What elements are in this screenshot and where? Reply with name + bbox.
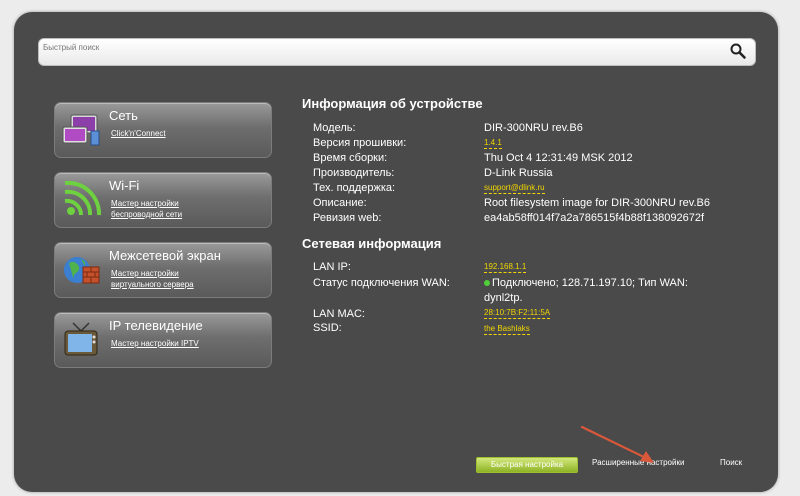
link-wifi-wizard-2[interactable]: беспроводной сети	[111, 209, 182, 220]
network-info-heading: Сетевая информация	[302, 236, 442, 251]
info-label: LAN IP:	[313, 261, 351, 273]
ssid-link[interactable]: the Bashlaks	[484, 324, 530, 335]
menu-title-iptv: IP телевидение	[109, 318, 203, 333]
info-label: Тех. поддержка:	[313, 182, 396, 194]
support-email-link[interactable]: support@dlink.ru	[484, 183, 545, 194]
search-button[interactable]: Поиск	[720, 458, 742, 467]
menu-card-firewall[interactable]: Межсетевой экран Мастер настройки виртуа…	[54, 242, 272, 298]
quick-setup-button[interactable]: Быстрая настройка	[476, 457, 578, 473]
menu-title-network: Сеть	[109, 108, 138, 123]
info-label: Ревизия web:	[313, 212, 382, 224]
info-label: SSID:	[313, 322, 342, 334]
link-wifi-wizard-1[interactable]: Мастер настройки	[111, 198, 179, 209]
link-firewall-wizard-2[interactable]: виртуального сервера	[111, 279, 194, 290]
info-label: Время сборки:	[313, 152, 388, 164]
info-value-description: Root filesystem image for DIR-300NRU rev…	[484, 197, 710, 209]
info-value-model: DIR-300NRU rev.B6	[484, 122, 583, 134]
lan-ip-link[interactable]: 192.168.1.1	[484, 262, 527, 273]
info-label: Производитель:	[313, 167, 395, 179]
search-bar	[38, 38, 756, 66]
menu-card-iptv[interactable]: IP телевидение Мастер настройки IPTV	[54, 312, 272, 368]
info-value-vendor: D-Link Russia	[484, 167, 553, 179]
search-input[interactable]	[43, 40, 723, 54]
wan-status-text: Подключено; 128.71.197.10; Тип WAN:	[492, 277, 688, 289]
tv-icon	[64, 322, 98, 356]
link-firewall-wizard-1[interactable]: Мастер настройки	[111, 268, 179, 279]
annotation-arrow	[580, 425, 654, 463]
info-value-wan-status: Подключено; 128.71.197.10; Тип WAN:	[484, 277, 688, 289]
info-label: Описание:	[313, 197, 367, 209]
link-iptv-wizard[interactable]: Мастер настройки IPTV	[111, 338, 199, 349]
info-label: Версия прошивки:	[313, 137, 407, 149]
menu-card-network[interactable]: Сеть Click'n'Connect	[54, 102, 272, 158]
menu-card-wifi[interactable]: Wi-Fi Мастер настройки беспроводной сети	[54, 172, 272, 228]
info-value-wan-type: dynl2tp.	[484, 292, 523, 304]
bottom-nav: Быстрая настройка Расширенные настройки …	[14, 452, 778, 476]
wifi-icon	[64, 181, 102, 216]
info-value-build-time: Thu Oct 4 12:31:49 MSK 2012	[484, 152, 633, 164]
main-panel: Сеть Click'n'Connect Wi-Fi Мастер настро…	[14, 12, 778, 492]
info-label: Статус подключения WAN:	[313, 277, 450, 289]
lan-mac-link[interactable]: 28:10:7B:F2:11:5A	[484, 308, 551, 319]
link-click-n-connect[interactable]: Click'n'Connect	[111, 128, 166, 139]
network-icon	[62, 114, 100, 146]
menu-title-firewall: Межсетевой экран	[109, 248, 221, 263]
info-label: Модель:	[313, 122, 356, 134]
search-icon[interactable]	[729, 42, 747, 60]
device-info-heading: Информация об устройстве	[302, 96, 483, 111]
firewall-icon	[64, 257, 100, 284]
info-label: LAN MAC:	[313, 308, 365, 320]
firmware-version-link[interactable]: 1.4.1	[484, 138, 502, 149]
menu-title-wifi: Wi-Fi	[109, 178, 140, 193]
status-connected-icon	[484, 280, 490, 287]
info-value-web-revision: ea4ab58ff014f7a2a786515f4b88f138092672f	[484, 212, 705, 224]
